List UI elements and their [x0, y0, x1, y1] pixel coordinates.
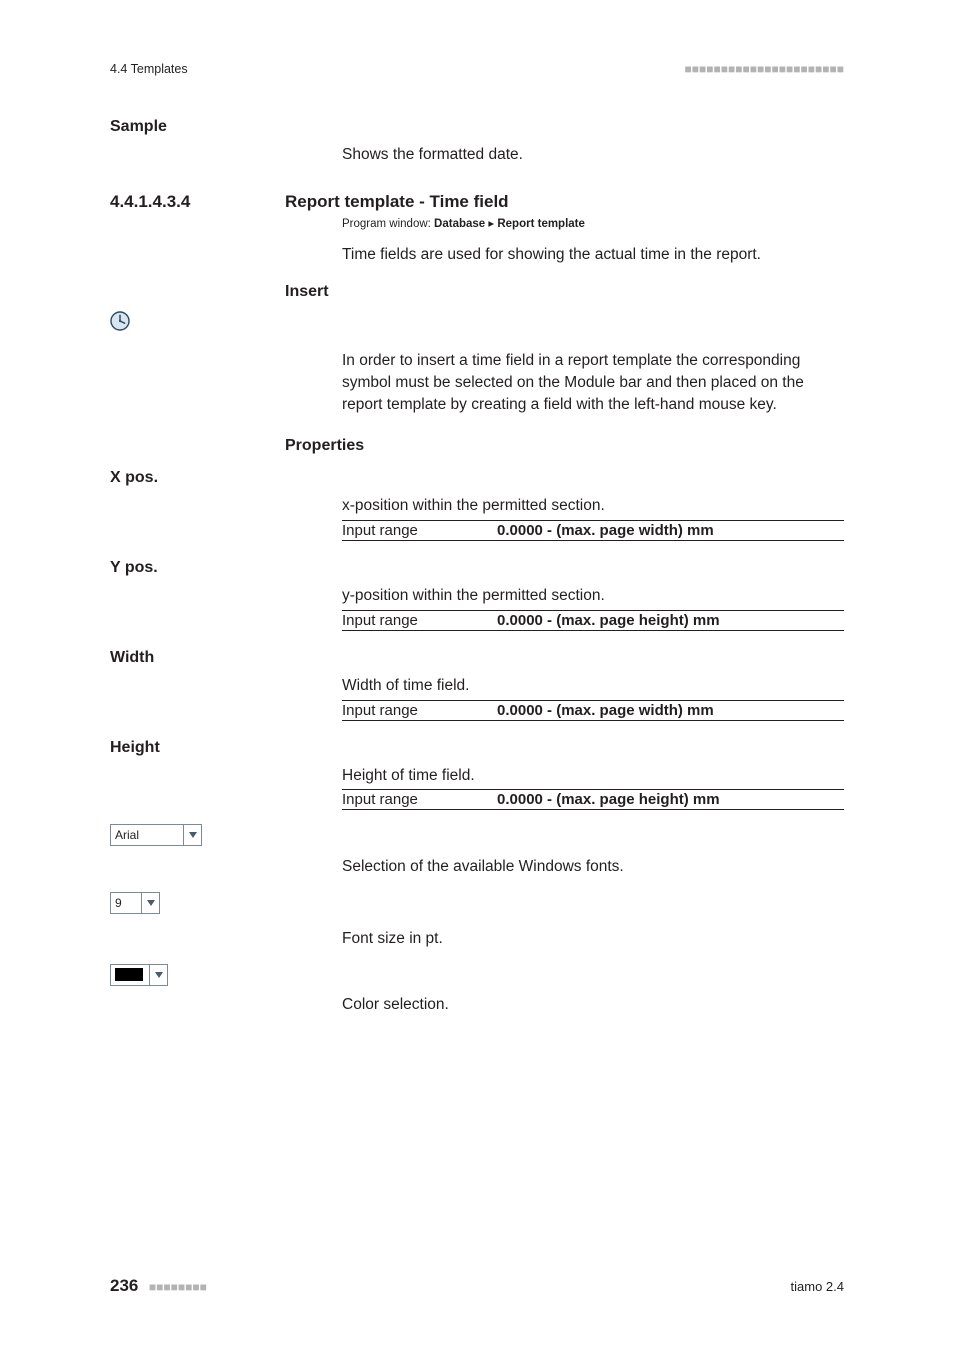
- font-size-dropdown[interactable]: 9: [110, 892, 160, 914]
- breadcrumb-prefix: Program window:: [342, 218, 434, 230]
- ypos-range-label: Input range: [342, 612, 497, 629]
- footer-product: tiamo 2.4: [791, 1279, 844, 1294]
- page-header: 4.4 Templates ■■■■■■■■■■■■■■■■■■■■■■: [110, 62, 844, 76]
- height-range-value: 0.0000 - (max. page height) mm: [497, 791, 720, 808]
- header-ornament: ■■■■■■■■■■■■■■■■■■■■■■: [685, 62, 844, 76]
- section-title: Report template - Time field: [285, 192, 509, 211]
- ypos-label: Y pos.: [110, 559, 158, 576]
- breadcrumb: Program window: Database ▸ Report templa…: [342, 216, 844, 230]
- chevron-down-icon: [183, 825, 201, 845]
- font-size-description: Font size in pt.: [342, 928, 844, 950]
- section-number: 4.4.1.4.3.4: [110, 192, 190, 211]
- breadcrumb-separator: ▸: [485, 218, 497, 230]
- insert-description: In order to insert a time field in a rep…: [342, 350, 844, 415]
- font-size-dropdown-value: 9: [111, 893, 141, 913]
- ypos-range-value: 0.0000 - (max. page height) mm: [497, 612, 720, 629]
- width-range-row: Input range 0.0000 - (max. page width) m…: [342, 700, 844, 721]
- width-range-label: Input range: [342, 702, 497, 719]
- clock-icon: [110, 318, 130, 335]
- section-intro: Time fields are used for showing the act…: [342, 244, 844, 266]
- color-description: Color selection.: [342, 994, 844, 1016]
- insert-heading: Insert: [285, 283, 844, 301]
- color-dropdown[interactable]: [110, 964, 168, 986]
- chevron-down-icon: [141, 893, 159, 913]
- height-description: Height of time field.: [342, 765, 844, 787]
- width-description: Width of time field.: [342, 675, 844, 697]
- sample-description: Shows the formatted date.: [342, 144, 844, 166]
- properties-heading: Properties: [285, 437, 844, 455]
- height-label: Height: [110, 739, 160, 756]
- xpos-description: x-position within the permitted section.: [342, 495, 844, 517]
- ypos-description: y-position within the permitted section.: [342, 585, 844, 607]
- color-dropdown-value: [111, 965, 149, 985]
- breadcrumb-report-template: Report template: [497, 218, 585, 230]
- page-number: 236: [110, 1276, 138, 1295]
- font-dropdown-value: Arial: [111, 825, 183, 845]
- chevron-down-icon: [149, 965, 167, 985]
- xpos-label: X pos.: [110, 469, 158, 486]
- xpos-range-label: Input range: [342, 522, 497, 539]
- ypos-range-row: Input range 0.0000 - (max. page height) …: [342, 610, 844, 631]
- height-range-label: Input range: [342, 791, 497, 808]
- width-label: Width: [110, 649, 154, 666]
- page-footer: 236 ■■■■■■■■ tiamo 2.4: [110, 1276, 844, 1296]
- header-section-label: 4.4 Templates: [110, 62, 188, 76]
- font-description: Selection of the available Windows fonts…: [342, 856, 844, 878]
- xpos-range-row: Input range 0.0000 - (max. page width) m…: [342, 520, 844, 541]
- color-swatch: [115, 968, 143, 981]
- width-range-value: 0.0000 - (max. page width) mm: [497, 702, 714, 719]
- xpos-range-value: 0.0000 - (max. page width) mm: [497, 522, 714, 539]
- footer-ornament: ■■■■■■■■: [149, 1280, 207, 1294]
- sample-label: Sample: [110, 118, 167, 135]
- breadcrumb-database: Database: [434, 218, 485, 230]
- height-range-row: Input range 0.0000 - (max. page height) …: [342, 789, 844, 810]
- font-dropdown[interactable]: Arial: [110, 824, 202, 846]
